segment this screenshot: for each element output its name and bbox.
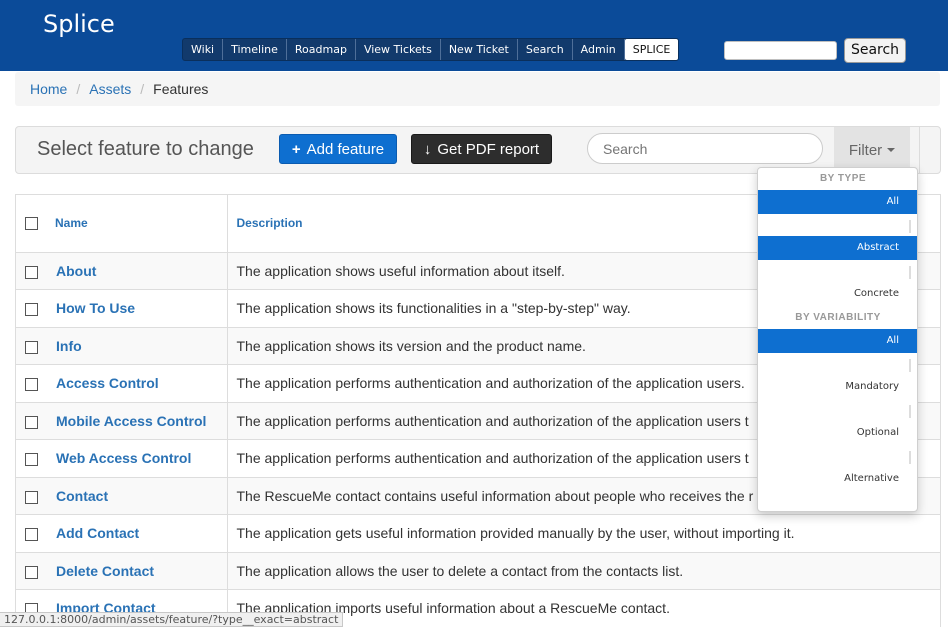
filter-type-abstract[interactable]: Abstract — [758, 236, 917, 260]
nav-timeline[interactable]: Timeline — [223, 39, 287, 60]
caret-down-icon — [887, 148, 896, 152]
top-nav: Wiki Timeline Roadmap View Tickets New T… — [182, 38, 680, 61]
brand-logo[interactable]: Splice — [43, 10, 115, 38]
nav-admin[interactable]: Admin — [573, 39, 625, 60]
row-checkbox[interactable] — [24, 490, 38, 504]
plus-icon: + — [291, 140, 301, 158]
top-search-input[interactable] — [724, 41, 837, 60]
filter-variability-optional[interactable]: Optional — [758, 421, 917, 445]
top-header: Splice Wiki Timeline Roadmap View Ticket… — [0, 0, 948, 71]
nav-wiki[interactable]: Wiki — [183, 39, 224, 60]
breadcrumb-home[interactable]: Home — [30, 81, 67, 97]
feature-name-link[interactable]: Add Contact — [56, 525, 139, 541]
feature-description: The application gets useful information … — [227, 514, 940, 553]
add-feature-button[interactable]: + Add feature — [279, 134, 397, 164]
nav-splice[interactable]: SPLICE — [624, 39, 679, 60]
nav-view-tickets[interactable]: View Tickets — [356, 39, 441, 60]
feature-name-link[interactable]: Delete Contact — [56, 563, 154, 579]
row-checkbox[interactable] — [24, 453, 38, 467]
table-row: Add Contact The application gets useful … — [16, 514, 940, 553]
filter-dropdown-menu: BY TYPE All Abstract Concrete BY VARIABI… — [757, 167, 918, 512]
filter-label: Filter — [848, 141, 883, 159]
pdf-report-button[interactable]: ↓ Get PDF report — [411, 134, 552, 164]
table-row: Delete Contact The application allows th… — [16, 552, 940, 590]
feature-description: The application allows the user to delet… — [227, 552, 940, 590]
row-checkbox[interactable] — [24, 340, 38, 354]
toolbar-divider — [919, 127, 920, 173]
feature-name-link[interactable]: Web Access Control — [56, 450, 191, 466]
feature-name-link[interactable]: Mobile Access Control — [56, 413, 206, 429]
row-checkbox[interactable] — [24, 415, 38, 429]
filter-group-header-variability: BY VARIABILITY — [795, 312, 881, 323]
browser-status-url: 127.0.0.1:8000/admin/assets/feature/?typ… — [0, 612, 344, 627]
feature-name-link[interactable]: Info — [56, 338, 82, 354]
page-title: Select feature to change — [37, 138, 254, 160]
filter-variability-mandatory[interactable]: Mandatory — [758, 375, 917, 399]
column-header-name[interactable]: Name — [46, 195, 228, 253]
pdf-report-label: Get PDF report — [437, 140, 540, 158]
breadcrumb-current: Features — [153, 81, 209, 97]
top-search-button[interactable]: Search — [844, 38, 906, 63]
feature-name-link[interactable]: Contact — [56, 488, 108, 504]
breadcrumb-separator: / — [140, 81, 145, 97]
divider-tick — [909, 220, 911, 233]
nav-new-ticket[interactable]: New Ticket — [441, 39, 518, 60]
row-checkbox[interactable] — [24, 378, 38, 392]
filter-type-all[interactable]: All — [758, 190, 917, 214]
select-all-cell — [16, 195, 46, 253]
filter-variability-alternative[interactable]: Alternative — [758, 467, 917, 491]
select-all-checkbox[interactable] — [24, 217, 38, 231]
row-checkbox[interactable] — [24, 528, 38, 542]
filter-type-concrete[interactable]: Concrete — [758, 282, 917, 306]
search-input[interactable] — [587, 133, 823, 164]
add-feature-label: Add feature — [306, 140, 385, 158]
divider-tick — [909, 359, 911, 372]
divider-tick — [909, 405, 911, 418]
breadcrumb-assets[interactable]: Assets — [89, 81, 131, 97]
row-checkbox[interactable] — [24, 565, 38, 579]
feature-name-link[interactable]: About — [56, 263, 96, 279]
row-checkbox[interactable] — [24, 303, 38, 317]
feature-name-link[interactable]: Access Control — [56, 375, 159, 391]
divider-tick — [909, 451, 911, 464]
filter-variability-all[interactable]: All — [758, 329, 917, 353]
filter-group-header-type: BY TYPE — [819, 173, 867, 184]
divider-tick — [909, 266, 911, 279]
download-arrow-icon: ↓ — [423, 140, 432, 158]
nav-search[interactable]: Search — [518, 39, 573, 60]
feature-name-link[interactable]: How To Use — [56, 300, 135, 316]
nav-roadmap[interactable]: Roadmap — [287, 39, 356, 60]
row-checkbox[interactable] — [24, 265, 38, 279]
breadcrumb: Home / Assets / Features — [15, 72, 940, 106]
breadcrumb-separator: / — [76, 81, 81, 97]
